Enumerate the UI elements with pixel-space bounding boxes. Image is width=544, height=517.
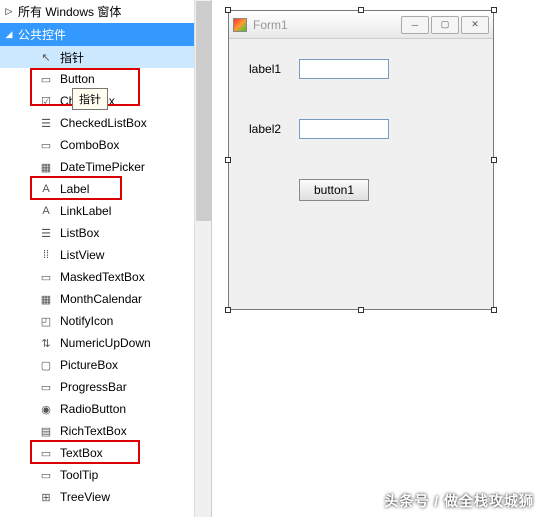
selection-handle[interactable] [225,7,231,13]
numericupdown-icon: ⇅ [38,335,54,351]
progressbar-icon: ▭ [38,379,54,395]
label1[interactable]: label1 [249,62,299,76]
richtextbox-icon: ▤ [38,423,54,439]
指针-icon: ↖ [38,49,54,65]
combobox-icon: ▭ [38,137,54,153]
selection-handle[interactable] [225,307,231,313]
toolbox-item-datetimepicker[interactable]: ▦ DateTimePicker [0,156,203,178]
group-label: 所有 Windows 窗体 [18,3,121,20]
textbox-icon: ▭ [38,445,54,461]
toolbox-item-listview[interactable]: ⁞⁞ ListView [0,244,203,266]
toolbox-item-numericupdown[interactable]: ⇅ NumericUpDown [0,332,203,354]
group-common-controls[interactable]: ◢ 公共控件 [0,23,203,46]
toolbox-item-指针[interactable]: ↖ 指针 [0,46,203,68]
toolbox-item-radiobutton[interactable]: ◉ RadioButton [0,398,203,420]
toolbox-item-label: MonthCalendar [60,292,142,306]
toolbox-item-maskedtextbox[interactable]: ▭ MaskedTextBox [0,266,203,288]
button1[interactable]: button1 [299,179,369,201]
toolbox-panel: ▷ 所有 Windows 窗体 ◢ 公共控件 ↖指针▭Button☑CheckB… [0,0,212,517]
toolbox-item-label: ListBox [60,226,99,240]
tooltip: 指针 [72,88,108,110]
form-title: Form1 [253,18,401,32]
picturebox-icon: ▢ [38,357,54,373]
expander-expanded-icon: ◢ [4,30,14,40]
toolbox-item-label: NotifyIcon [60,314,113,328]
treeview-icon: ⊞ [38,489,54,505]
toolbox-item-label: RichTextBox [60,424,127,438]
toolbox-item-label: DateTimePicker [60,160,145,174]
notifyicon-icon: ◰ [38,313,54,329]
toolbox-item-monthcalendar[interactable]: ▦ MonthCalendar [0,288,203,310]
toolbox-item-label: 指针 [60,49,84,66]
group-all-windows-forms[interactable]: ▷ 所有 Windows 窗体 [0,0,203,23]
selection-handle[interactable] [491,157,497,163]
checkedlistbox-icon: ☰ [38,115,54,131]
toolbox-item-label: TextBox [60,446,103,460]
toolbox-item-label: RadioButton [60,402,126,416]
tooltip-icon: ▭ [38,467,54,483]
selection-handle[interactable] [358,307,364,313]
titlebar: Form1 ─ ▢ ✕ [229,11,493,39]
toolbox-item-label: NumericUpDown [60,336,151,350]
toolbox-item-progressbar[interactable]: ▭ ProgressBar [0,376,203,398]
textbox1[interactable] [299,59,389,79]
form-icon [233,18,247,32]
toolbox-item-notifyicon[interactable]: ◰ NotifyIcon [0,310,203,332]
checkbox-icon: ☑ [38,93,54,109]
textbox2[interactable] [299,119,389,139]
toolbox-item-label: LinkLabel [60,204,111,218]
selection-handle[interactable] [491,7,497,13]
label-icon: A [38,181,54,197]
toolbox-item-textbox[interactable]: ▭ TextBox [0,442,203,464]
toolbox-item-label: TreeView [60,490,110,504]
form-window[interactable]: Form1 ─ ▢ ✕ label1 label2 button1 [228,10,494,310]
maskedtextbox-icon: ▭ [38,269,54,285]
toolbox-item-label: Label [60,182,89,196]
toolbox-item-tooltip[interactable]: ▭ ToolTip [0,464,203,486]
listview-icon: ⁞⁞ [38,247,54,263]
toolbox-item-treeview[interactable]: ⊞ TreeView [0,486,203,508]
button-icon: ▭ [38,71,54,87]
toolbox-item-linklabel[interactable]: A LinkLabel [0,200,203,222]
toolbox-item-picturebox[interactable]: ▢ PictureBox [0,354,203,376]
toolbox-item-combobox[interactable]: ▭ ComboBox [0,134,203,156]
toolbox-item-label[interactable]: A Label [0,178,203,200]
toolbox-scrollbar[interactable] [194,0,211,517]
toolbox-item-button[interactable]: ▭ Button [0,68,203,90]
group-label: 公共控件 [18,26,66,43]
toolbox-item-label: MaskedTextBox [60,270,145,284]
linklabel-icon: A [38,203,54,219]
close-button[interactable]: ✕ [461,16,489,34]
watermark: 头条号 / 做全栈攻城狮 [384,491,534,511]
selection-handle[interactable] [225,157,231,163]
datetimepicker-icon: ▦ [38,159,54,175]
toolbox-item-label: CheckedListBox [60,116,147,130]
toolbox-item-checkedlistbox[interactable]: ☰ CheckedListBox [0,112,203,134]
listbox-icon: ☰ [38,225,54,241]
maximize-button[interactable]: ▢ [431,16,459,34]
scrollbar-thumb[interactable] [196,1,211,221]
selection-handle[interactable] [358,7,364,13]
toolbox-item-label: PictureBox [60,358,118,372]
expander-collapsed-icon: ▷ [4,7,14,17]
minimize-button[interactable]: ─ [401,16,429,34]
selection-handle[interactable] [491,307,497,313]
monthcalendar-icon: ▦ [38,291,54,307]
toolbox-item-label: ListView [60,248,104,262]
label2[interactable]: label2 [249,122,299,136]
toolbox-item-listbox[interactable]: ☰ ListBox [0,222,203,244]
toolbox-item-label: Button [60,72,95,86]
toolbox-item-label: ProgressBar [60,380,127,394]
toolbox-item-label: ComboBox [60,138,119,152]
toolbox-item-richtextbox[interactable]: ▤ RichTextBox [0,420,203,442]
radiobutton-icon: ◉ [38,401,54,417]
toolbox-item-label: ToolTip [60,468,98,482]
form-designer: Form1 ─ ▢ ✕ label1 label2 button1 [212,0,544,517]
